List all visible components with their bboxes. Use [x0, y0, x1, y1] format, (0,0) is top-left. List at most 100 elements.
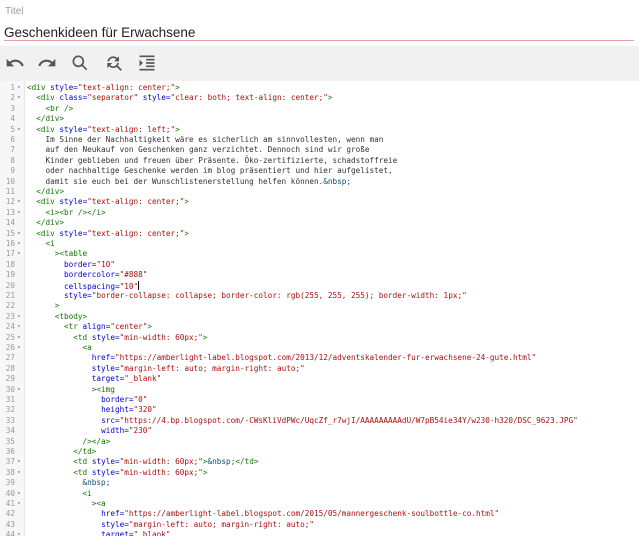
line-number: 32	[5, 405, 15, 415]
code-line: 5 ▾ <div style="text-align: left;">	[0, 125, 639, 135]
code-line: 13 ▾ <i><br /></i>	[0, 208, 639, 218]
fold-arrow-icon[interactable]: ▾	[17, 239, 23, 249]
line-number: 36	[5, 447, 15, 456]
code-line: 19 bordercolor="#888"	[0, 270, 639, 280]
fold-arrow-icon[interactable]: ▾	[17, 530, 23, 536]
line-number: 24	[5, 322, 15, 332]
code-text: <td style="min-width: 60px;">	[73, 467, 208, 477]
redo-icon	[38, 58, 56, 67]
line-number: 30	[5, 384, 15, 394]
code-line: 33 src="https://4.bp.blogspot.com/-CWsKl…	[0, 416, 639, 426]
code-line: 1 ▾ <div style="text-align: center;">	[0, 83, 639, 93]
search-button[interactable]	[67, 50, 93, 76]
title-label: Titel	[5, 6, 24, 17]
line-number: 38	[5, 467, 15, 477]
code-text: Kinder geblieben und freuen über Präsent…	[27, 155, 398, 165]
fold-arrow-icon[interactable]: ▾	[17, 457, 23, 467]
code-text: </div>	[36, 218, 65, 228]
code-line: 35 /></a>	[0, 437, 639, 447]
code-text: target="_blank"	[91, 374, 162, 384]
line-number: 17	[5, 249, 15, 259]
redo-button[interactable]	[34, 50, 60, 76]
line-number: 25	[5, 332, 15, 342]
code-line: 15 ▾ <div style="text-align: center;">	[0, 229, 639, 239]
code-line: 31 border="0"	[0, 395, 639, 405]
fold-arrow-icon[interactable]: ▾	[17, 93, 23, 103]
code-text: style="border-collapse: collapse; border…	[64, 291, 467, 300]
code-text: oder nachhaltige Geschenke werden im blo…	[27, 166, 393, 176]
title-input[interactable]	[4, 24, 634, 41]
line-number: 27	[5, 353, 15, 363]
line-number: 10	[5, 176, 15, 186]
fold-arrow-icon[interactable]: ▾	[17, 499, 23, 509]
line-number: 20	[5, 280, 15, 290]
code-line: 39 &nbsp;	[0, 478, 639, 488]
fold-arrow-icon[interactable]: ▾	[17, 197, 23, 207]
code-line: 11 </div>	[0, 187, 639, 197]
code-line: 7 auf den Neukauf von Geschenken ganz ve…	[0, 145, 639, 155]
code-line: 34 width="230"	[0, 426, 639, 436]
code-text: <i	[82, 488, 92, 498]
fold-arrow-icon[interactable]: ▾	[17, 343, 23, 353]
fold-arrow-icon[interactable]: ▾	[17, 489, 23, 499]
line-number: 14	[5, 218, 15, 228]
code-text: style="margin-left: auto; margin-right: …	[101, 519, 314, 529]
code-text: border="10"	[64, 259, 115, 269]
code-text: </td>	[73, 447, 97, 456]
search-icon	[72, 55, 88, 71]
line-number: 40	[5, 488, 15, 498]
replace-button[interactable]	[101, 50, 127, 76]
code-line: 27 href="https://amberlight-label.blogsp…	[0, 353, 639, 363]
line-number: 43	[5, 519, 15, 529]
code-line: 41 ▾ ><a	[0, 499, 639, 509]
code-editor[interactable]: 1 ▾ <div style="text-align: center;"> 2 ▾ <d…	[0, 81, 639, 536]
code-text: width="230"	[101, 426, 152, 436]
line-number: 19	[5, 270, 15, 280]
fold-arrow-icon[interactable]: ▾	[17, 312, 23, 322]
format-button[interactable]	[134, 50, 160, 76]
code-text: <div style="text-align: left;">	[36, 124, 180, 134]
line-number: 42	[5, 509, 15, 519]
fold-arrow-icon[interactable]: ▾	[17, 229, 23, 239]
code-text: <div class="separator" style="clear: bot…	[36, 93, 333, 103]
code-text: auf den Neukauf von Geschenken ganz verz…	[27, 145, 370, 155]
code-line: 10 damit sie euch bei der Wunschlistener…	[0, 177, 639, 187]
line-number: 5	[10, 124, 15, 134]
code-text: <td style="min-width: 60px;">&nbsp;</td>	[73, 457, 259, 467]
fold-arrow-icon[interactable]: ▾	[17, 468, 23, 478]
fold-arrow-icon[interactable]: ▾	[17, 333, 23, 343]
line-number: 22	[5, 301, 15, 311]
line-number: 9	[10, 166, 15, 176]
text-cursor	[138, 280, 140, 290]
fold-arrow-icon[interactable]: ▾	[17, 83, 23, 93]
line-number: 13	[5, 207, 15, 217]
code-text: <div style="text-align: center;">	[27, 83, 180, 92]
code-line: 21 style="border-collapse: collapse; bor…	[0, 291, 639, 301]
code-line: 2 ▾ <div class="separator" style="clear: …	[0, 93, 639, 103]
code-text: height="320"	[101, 405, 157, 415]
code-line: 25 ▾ <td style="min-width: 60px;">	[0, 333, 639, 343]
code-text: <td style="min-width: 60px;">	[73, 332, 208, 342]
code-text: <i><br /></i>	[45, 207, 106, 217]
code-line: 18 border="10"	[0, 260, 639, 270]
code-line: 28 style="margin-left: auto; margin-righ…	[0, 364, 639, 374]
code-text: Im Sinne der Nachhaltigkeit wäre es sich…	[27, 135, 384, 144]
fold-arrow-icon[interactable]: ▾	[17, 208, 23, 218]
code-text: ><a	[91, 499, 106, 508]
code-line: 6 Im Sinne der Nachhaltigkeit wäre es si…	[0, 135, 639, 145]
fold-arrow-icon[interactable]: ▾	[17, 322, 23, 332]
undo-button[interactable]	[2, 50, 28, 76]
code-line: 37 ▾ <td style="min-width: 60px;">&nbsp;<…	[0, 457, 639, 467]
line-number: 35	[5, 436, 15, 446]
code-text: <div style="text-align: center;">	[36, 228, 190, 238]
line-number: 3	[10, 103, 15, 113]
fold-arrow-icon[interactable]: ▾	[17, 385, 23, 395]
code-text: <br />	[45, 103, 74, 113]
fold-arrow-icon[interactable]: ▾	[17, 249, 23, 259]
undo-icon	[6, 58, 24, 67]
fold-arrow-icon[interactable]: ▾	[17, 125, 23, 135]
code-text: <a	[82, 343, 92, 352]
code-line: 22 >	[0, 301, 639, 311]
code-line: 23 ▾ <tbody>	[0, 312, 639, 322]
code-line: 32 height="320"	[0, 405, 639, 415]
